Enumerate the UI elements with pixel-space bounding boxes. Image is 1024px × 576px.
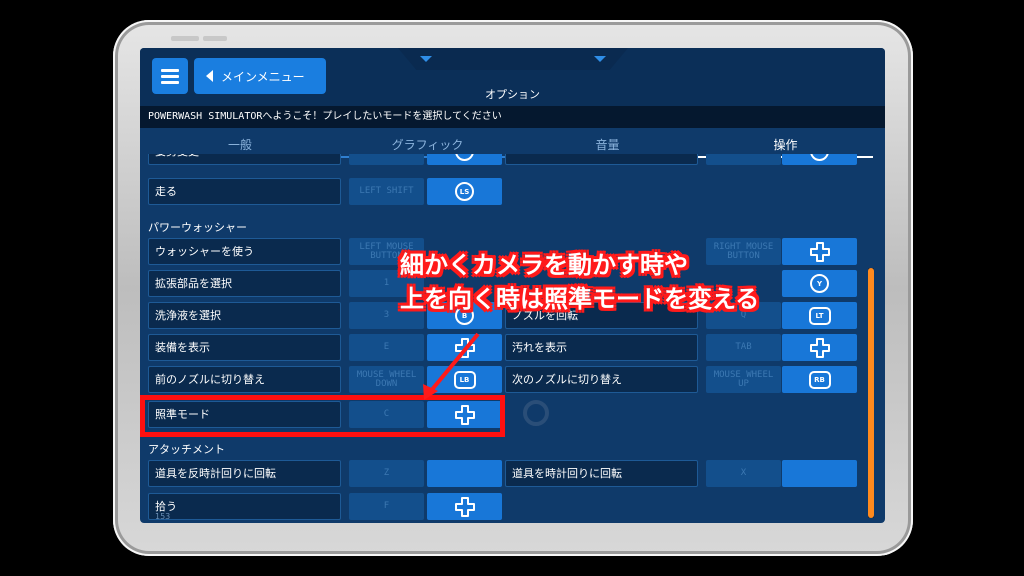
annotation-line-1: 細かくカメラを動かす時や [400,251,688,279]
annotation-line-2: 上を向く時は照準モードを変える [400,285,760,313]
